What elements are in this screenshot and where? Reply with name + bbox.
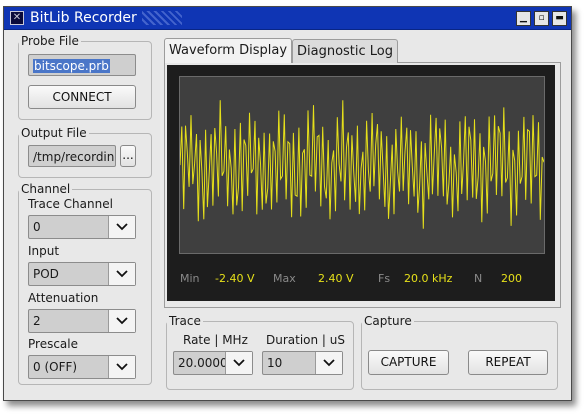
minimize-button[interactable]: ▁	[516, 11, 531, 26]
probe-file-legend: Probe File	[21, 34, 79, 48]
duration-select[interactable]: 10	[262, 351, 343, 375]
trace-channel-select[interactable]: 0	[28, 215, 136, 239]
trace-legend: Trace	[169, 314, 201, 328]
capture-button[interactable]: CAPTURE	[368, 350, 449, 375]
browse-button[interactable]: ...	[120, 145, 136, 167]
tab-waveform-display[interactable]: Waveform Display	[164, 38, 292, 63]
chevron-down-icon[interactable]	[108, 310, 135, 332]
input-value: POD	[33, 267, 59, 281]
rate-select[interactable]: 20.0000	[173, 351, 253, 375]
fs-label: Fs	[378, 272, 391, 285]
min-label: Min	[180, 272, 200, 285]
window-title: BitLib Recorder	[30, 10, 137, 26]
attenuation-label: Attenuation	[28, 291, 99, 305]
repeat-button[interactable]: REPEAT	[468, 350, 548, 375]
attenuation-select[interactable]: 2	[28, 309, 136, 333]
min-value: -2.40 V	[215, 272, 255, 285]
input-label: Input	[28, 244, 60, 258]
connect-button[interactable]: CONNECT	[28, 85, 136, 109]
close-button[interactable]: ▬	[552, 11, 567, 26]
chevron-down-icon[interactable]	[315, 352, 342, 374]
rate-value: 20.0000	[178, 356, 228, 370]
window-menu-icon[interactable]: ✕	[10, 11, 24, 25]
chevron-down-icon[interactable]	[225, 352, 252, 374]
duration-value: 10	[267, 356, 283, 370]
prescale-select[interactable]: 0 (OFF)	[28, 355, 136, 379]
waveform-plot	[179, 76, 545, 254]
rate-label: Rate | MHz	[183, 333, 248, 347]
probe-file-value: bitscope.prb	[33, 59, 110, 73]
max-value: 2.40 V	[318, 272, 354, 285]
title-bar-decoration	[142, 11, 182, 25]
chevron-down-icon[interactable]	[108, 263, 135, 285]
maximize-button[interactable]: ▫	[534, 11, 549, 26]
trace-channel-label: Trace Channel	[28, 197, 113, 211]
prescale-value: 0 (OFF)	[33, 360, 78, 374]
chevron-down-icon[interactable]	[108, 216, 135, 238]
waveform-trace	[180, 100, 544, 229]
output-file-legend: Output File	[21, 126, 87, 140]
capture-legend: Capture	[364, 314, 412, 328]
output-file-field[interactable]: /tmp/recording.	[28, 145, 116, 167]
tab-diagnostic-log[interactable]: Diagnostic Log	[292, 39, 398, 63]
n-value: 200	[501, 272, 522, 285]
channel-legend: Channel	[21, 182, 71, 196]
trace-channel-value: 0	[33, 220, 41, 234]
input-select[interactable]: POD	[28, 262, 136, 286]
attenuation-value: 2	[33, 314, 41, 328]
duration-label: Duration | uS	[266, 333, 346, 347]
max-label: Max	[273, 272, 296, 285]
prescale-label: Prescale	[28, 337, 78, 351]
probe-file-field[interactable]: bitscope.prb	[28, 54, 136, 76]
title-bar[interactable]: ✕ BitLib Recorder ▁ ▫ ▬	[4, 7, 571, 30]
fs-value: 20.0 kHz	[404, 272, 453, 285]
chevron-down-icon[interactable]	[108, 356, 135, 378]
n-label: N	[474, 272, 483, 285]
